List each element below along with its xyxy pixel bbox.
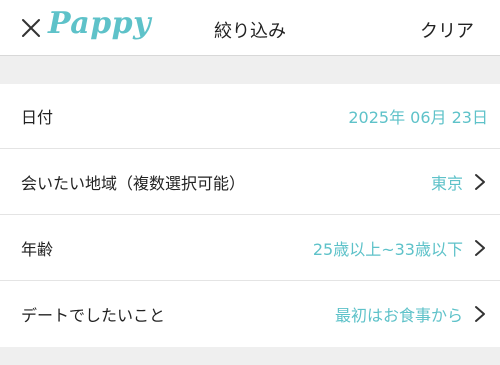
filter-value-date: 2025年 06月 23日 (348, 108, 488, 127)
filter-value-area: 東京 (430, 173, 463, 193)
chevron-right-icon (475, 239, 485, 256)
top-bar: Pappy 絞り込み クリア (0, 0, 500, 56)
chevron-right-icon (475, 306, 485, 322)
filter-label-area: 会いたい地域（複数選択可能） (21, 173, 246, 193)
filter-list: 日付 2025年 06月 23日 会いたい地域（複数選択可能） 東京 年齢 25… (0, 84, 500, 347)
filter-label-date-activity: デートでしたいこと (21, 306, 166, 325)
clear-button[interactable]: クリア (420, 17, 474, 43)
filter-label-age: 年齢 (21, 239, 54, 259)
filter-row-date-activity[interactable]: デートでしたいこと 最初はお食事から (0, 281, 500, 347)
filter-row-area[interactable]: 会いたい地域（複数選択可能） 東京 (0, 149, 500, 215)
filter-row-age[interactable]: 年齢 25歳以上~33歳以下 (0, 215, 500, 281)
filter-label-date: 日付 (21, 108, 54, 127)
chevron-right-icon (475, 173, 485, 190)
filter-value-date-activity: 最初はお食事から (334, 306, 463, 325)
filter-row-date[interactable]: 日付 2025年 06月 23日 (0, 84, 500, 149)
filter-value-age: 25歳以上~33歳以下 (312, 239, 463, 259)
